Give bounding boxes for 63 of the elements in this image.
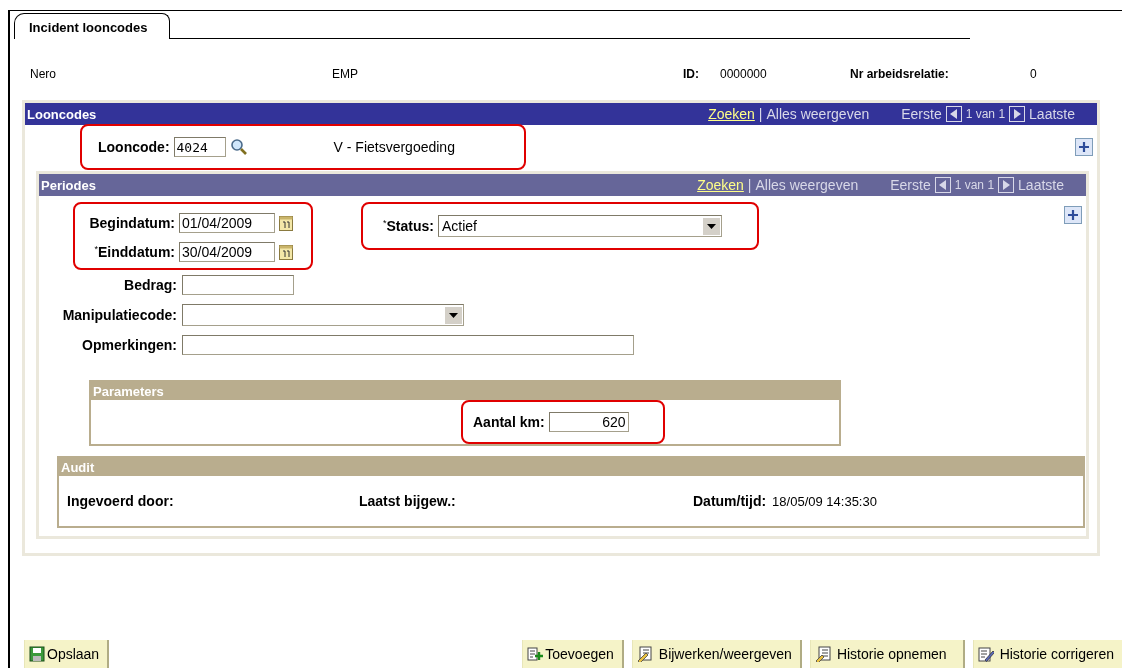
section-title: Looncodes <box>27 106 97 122</box>
field-label: Begindatum: <box>88 214 175 231</box>
relation-label: Nr arbeidsrelatie: <box>850 67 950 81</box>
employee-name: Nero <box>30 67 57 81</box>
status-dropdown[interactable]: Actief <box>437 215 722 237</box>
field-label: Manipulatiecode: <box>61 307 177 323</box>
last-link[interactable]: Laatste <box>1018 177 1064 193</box>
previous-icon[interactable] <box>934 177 951 193</box>
code-description: V - Fietsvergoeding <box>333 139 455 155</box>
last-link[interactable]: Laatste <box>1029 106 1075 122</box>
amount-field[interactable] <box>182 275 294 295</box>
dropdown[interactable] <box>182 304 464 326</box>
calendar-icon[interactable] <box>279 214 293 231</box>
section-title: Audit <box>61 459 95 475</box>
field-label: Opmerkingen: <box>81 337 177 353</box>
search-icon[interactable] <box>229 138 248 156</box>
field-label: Looncode: <box>98 139 170 155</box>
save-icon <box>29 646 45 662</box>
field-label: Ingevoerd door: <box>67 493 174 509</box>
edit-icon <box>636 646 653 662</box>
page-count: 1 van 1 <box>954 178 995 192</box>
previous-icon[interactable] <box>945 106 962 122</box>
add-row-icon[interactable] <box>1075 138 1093 156</box>
next-icon[interactable] <box>998 177 1015 193</box>
field-label: *Status: <box>383 218 434 234</box>
toolbar-button[interactable]: Bijwerken/weergeven <box>631 640 802 668</box>
field-label: Aantal km: <box>473 414 545 430</box>
id-value: 0000000 <box>720 67 768 81</box>
first-link[interactable]: Eerste <box>890 177 931 193</box>
km-field[interactable]: 620 <box>548 412 629 432</box>
separator: | <box>747 177 752 193</box>
show-all-link[interactable]: Alles weergeven <box>766 106 870 122</box>
remarks-field[interactable] <box>182 335 634 355</box>
date-field[interactable]: 01/04/2009 <box>179 212 275 233</box>
section-title: Parameters <box>93 383 164 399</box>
edit-icon <box>977 646 994 662</box>
date-field[interactable]: 30/04/2009 <box>179 241 275 262</box>
toolbar-button[interactable]: Historie opnemen <box>809 640 965 668</box>
page-count: 1 van 1 <box>965 107 1006 121</box>
toolbar-button[interactable]: Opslaan <box>24 640 110 668</box>
field-label: Bedrag: <box>123 277 177 293</box>
employee-type: EMP <box>332 67 359 81</box>
id-label: ID: <box>683 67 700 81</box>
next-icon[interactable] <box>1009 106 1026 122</box>
separator: | <box>758 106 763 122</box>
edit-icon <box>814 646 831 662</box>
section-title: Periodes <box>41 177 96 193</box>
search-link[interactable]: Zoeken <box>697 177 744 193</box>
toolbar-button[interactable]: Toevoegen <box>522 640 624 668</box>
first-link[interactable]: Eerste <box>901 106 942 122</box>
add-row-icon[interactable] <box>1064 206 1082 224</box>
field-label: *Einddatum: <box>93 243 175 260</box>
code-field[interactable]: 4024 <box>173 137 226 157</box>
relation-value: 0 <box>1030 67 1037 81</box>
search-link[interactable]: Zoeken <box>708 106 755 122</box>
add-icon <box>527 646 544 662</box>
field-label: Datum/tijd: <box>693 493 767 509</box>
field-value: 18/05/09 14:35:30 <box>772 493 877 509</box>
calendar-icon[interactable] <box>279 243 293 260</box>
page-tab[interactable]: Incident looncodes <box>14 13 171 39</box>
field-label: Laatst bijgew.: <box>359 493 456 509</box>
show-all-link[interactable]: Alles weergeven <box>755 177 859 193</box>
toolbar-button[interactable]: Historie corrigeren <box>972 640 1122 668</box>
